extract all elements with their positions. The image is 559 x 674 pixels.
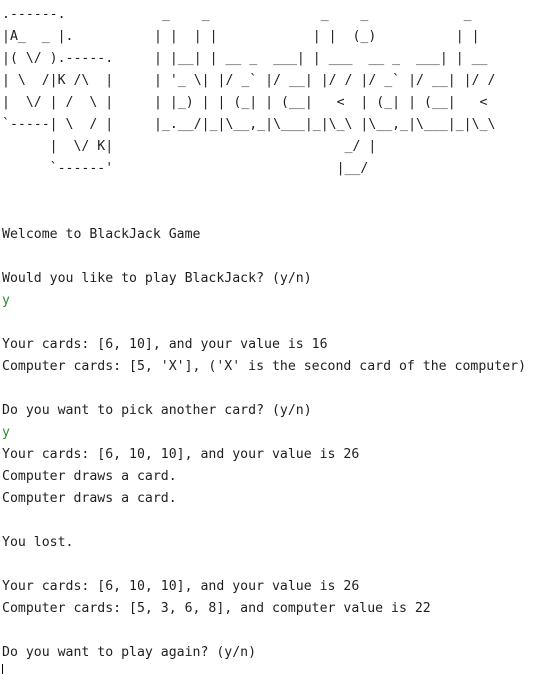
ascii-title-art: _ _ _ _ _ | | | | | | (_) | | | |__| | _… <box>154 7 496 176</box>
play-again-prompt: Do you want to play again? (y/n) <box>2 645 257 660</box>
computer-draws-line: Computer draws a card. <box>2 469 177 484</box>
computer-cards-final: Computer cards: [5, 3, 6, 8], and comput… <box>2 601 431 616</box>
game-result: You lost. <box>2 535 74 550</box>
input-caret[interactable] <box>2 664 3 674</box>
pick-card-prompt: Do you want to pick another card? (y/n) <box>2 403 312 418</box>
console-output[interactable]: .------. |A_ _ |. |( \/ ).-----. | \ /|K… <box>2 0 557 672</box>
your-cards-initial: Your cards: [6, 10], and your value is 1… <box>2 337 328 352</box>
ascii-card-art: .------. |A_ _ |. |( \/ ).-----. | \ /|K… <box>2 7 114 176</box>
computer-draws-line: Computer draws a card. <box>2 491 177 506</box>
computer-cards-initial: Computer cards: [5, 'X'], ('X' is the se… <box>2 359 527 374</box>
pick-card-answer: y <box>2 425 10 440</box>
play-answer: y <box>2 293 10 308</box>
your-cards-after-pick: Your cards: [6, 10, 10], and your value … <box>2 447 360 462</box>
welcome-message: Welcome to BlackJack Game <box>2 227 201 242</box>
your-cards-final: Your cards: [6, 10, 10], and your value … <box>2 579 360 594</box>
play-prompt: Would you like to play BlackJack? (y/n) <box>2 271 312 286</box>
